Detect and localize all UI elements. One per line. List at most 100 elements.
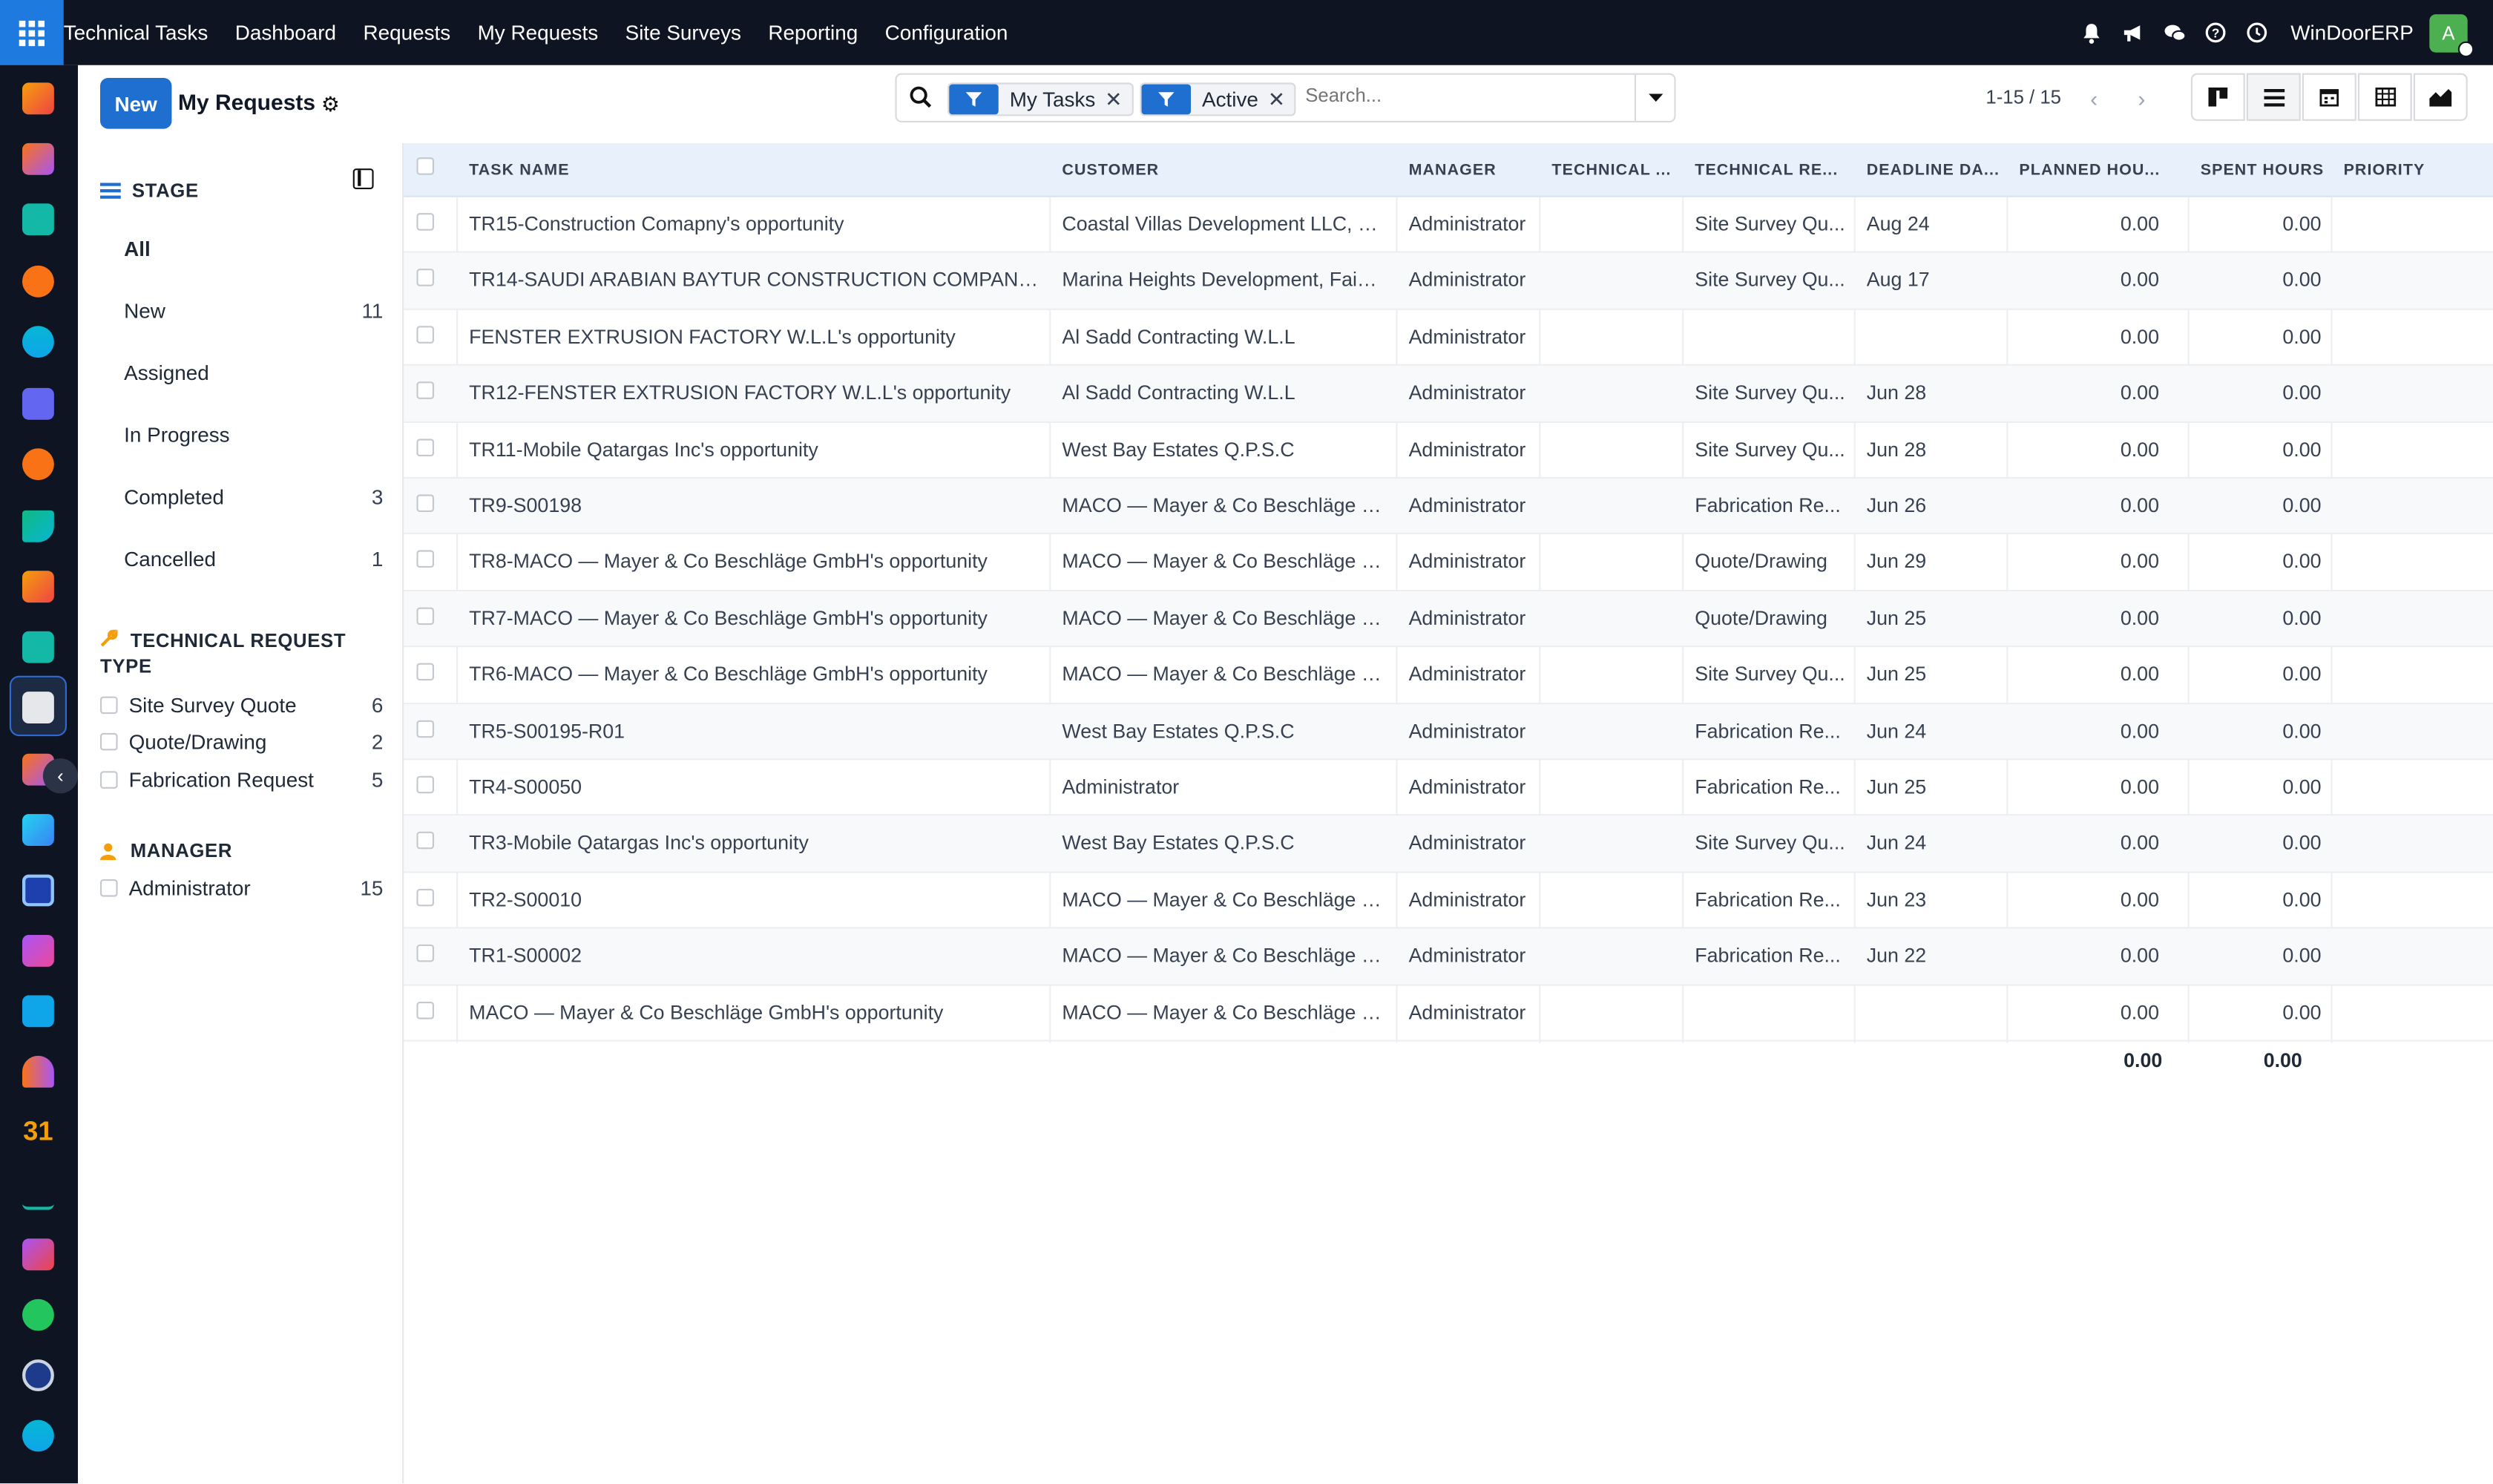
- stage-item-all[interactable]: All: [124, 237, 151, 260]
- dashboards-icon[interactable]: [22, 1238, 54, 1271]
- facet-remove-icon[interactable]: ✕: [1105, 87, 1131, 112]
- row-checkbox[interactable]: [416, 381, 434, 400]
- row-checkbox[interactable]: [416, 775, 434, 794]
- filter-manager-administrator[interactable]: Administrator: [100, 876, 251, 900]
- table-row[interactable]: MACO — Mayer & Co Beschläge GmbH's oppor…: [404, 985, 2493, 1042]
- row-checkbox[interactable]: [416, 945, 434, 962]
- checkbox[interactable]: [100, 696, 118, 715]
- table-row[interactable]: TR6-MACO — Mayer & Co Beschläge GmbH's o…: [404, 648, 2493, 704]
- timer-icon[interactable]: [22, 1359, 54, 1391]
- checkbox[interactable]: [100, 879, 118, 897]
- mail-icon[interactable]: [22, 387, 54, 420]
- header-planned-hours[interactable]: PLANNED HOU...: [2019, 162, 2160, 180]
- user-avatar[interactable]: A: [2429, 13, 2474, 57]
- pager-next-icon[interactable]: ›: [2119, 76, 2164, 119]
- header-deadline[interactable]: DEADLINE DA...: [1867, 162, 2000, 180]
- row-checkbox[interactable]: [416, 888, 434, 906]
- pager-previous-icon[interactable]: ‹: [2072, 76, 2116, 119]
- header-technical[interactable]: TECHNICAL ...: [1551, 162, 1675, 180]
- row-checkbox[interactable]: [416, 551, 434, 568]
- row-checkbox[interactable]: [416, 494, 434, 512]
- calendar-view-icon[interactable]: [2302, 73, 2356, 121]
- search-icon[interactable]: [910, 86, 932, 116]
- panel-collapse-icon[interactable]: [352, 168, 374, 189]
- rail-collapse-chevron-icon[interactable]: ‹: [42, 758, 78, 794]
- header-technical-request-type[interactable]: TECHNICAL RE...: [1695, 162, 1838, 180]
- table-row[interactable]: TR7-MACO — Mayer & Co Beschläge GmbH's o…: [404, 591, 2493, 648]
- website-icon[interactable]: [22, 326, 54, 358]
- filter-quote-drawing[interactable]: Quote/Drawing: [100, 730, 266, 754]
- row-checkbox[interactable]: [416, 325, 434, 344]
- table-row[interactable]: TR9-S00198 MACO — Mayer & Co Beschläge G.…: [404, 479, 2493, 535]
- app-brand[interactable]: Technical Tasks: [64, 0, 222, 65]
- table-row[interactable]: TR4-S00050 Administrator Administrator Fabr…: [404, 760, 2493, 817]
- menu-my-requests[interactable]: My Requests: [464, 0, 611, 65]
- whatsapp-icon[interactable]: [22, 1298, 54, 1331]
- apps-menu-button[interactable]: [0, 0, 64, 65]
- invoicing-icon[interactable]: [22, 995, 54, 1028]
- pager-value[interactable]: 1-15 / 15: [1985, 86, 2061, 108]
- megaphone-icon[interactable]: [2112, 0, 2154, 65]
- search-options-toggle[interactable]: [1634, 74, 1675, 121]
- header-priority[interactable]: PRIORITY: [2344, 162, 2425, 180]
- facet-remove-icon[interactable]: ✕: [1268, 87, 1295, 112]
- menu-reporting[interactable]: Reporting: [755, 0, 871, 65]
- table-row[interactable]: TR15-Construction Comapny's opportunity C…: [404, 197, 2493, 254]
- purchase-icon[interactable]: [22, 935, 54, 967]
- planning-icon[interactable]: [22, 510, 54, 542]
- reports-icon[interactable]: [22, 571, 54, 603]
- bell-icon[interactable]: [2072, 0, 2113, 65]
- table-row[interactable]: TR3-Mobile Qatargas Inc's opportunity Wes…: [404, 816, 2493, 873]
- select-all-checkbox[interactable]: [416, 157, 434, 175]
- chat-icon[interactable]: [2154, 0, 2195, 65]
- table-row[interactable]: TR5-S00195-R01 West Bay Estates Q.P.S.C Ad…: [404, 703, 2493, 761]
- pivot-view-icon[interactable]: [2357, 73, 2412, 121]
- row-checkbox[interactable]: [416, 663, 434, 681]
- table-row[interactable]: TR14-SAUDI ARABIAN BAYTUR CONSTRUCTION C…: [404, 253, 2493, 310]
- checkbox[interactable]: [100, 771, 118, 789]
- table-row[interactable]: TR2-S00010 MACO — Mayer & Co Beschläge G.…: [404, 873, 2493, 929]
- approvals-icon[interactable]: [22, 814, 54, 846]
- search-input[interactable]: [1305, 84, 1623, 107]
- search-bar[interactable]: My Tasks ✕ Active ✕: [895, 73, 1676, 122]
- stage-item-new[interactable]: New: [124, 299, 165, 323]
- menu-requests[interactable]: Requests: [349, 0, 464, 65]
- filter-fabrication-request[interactable]: Fabrication Request: [100, 768, 314, 792]
- calendar-icon[interactable]: 31: [22, 1116, 54, 1148]
- row-checkbox[interactable]: [416, 719, 434, 738]
- menu-dashboard[interactable]: Dashboard: [222, 0, 350, 65]
- website-icon[interactable]: [22, 1419, 54, 1452]
- stage-item-cancelled[interactable]: Cancelled: [124, 547, 216, 571]
- header-manager[interactable]: MANAGER: [1409, 162, 1497, 180]
- discuss-icon[interactable]: [22, 265, 54, 298]
- menu-configuration[interactable]: Configuration: [871, 0, 1021, 65]
- clock-icon[interactable]: [2236, 0, 2278, 65]
- kanban-view-icon[interactable]: [2190, 73, 2245, 121]
- row-checkbox[interactable]: [416, 607, 434, 625]
- table-row[interactable]: TR8-MACO — Mayer & Co Beschläge GmbH's o…: [404, 535, 2493, 591]
- filter-site-survey-quote[interactable]: Site Survey Quote: [100, 693, 297, 717]
- stage-item-completed[interactable]: Completed: [124, 485, 224, 509]
- company-switcher[interactable]: WinDoorERP: [2290, 21, 2414, 45]
- helpdesk-icon[interactable]: [22, 874, 54, 907]
- header-customer[interactable]: CUSTOMER: [1062, 162, 1159, 180]
- technical-tasks-icon[interactable]: [22, 692, 54, 723]
- row-checkbox[interactable]: [416, 213, 434, 231]
- gear-icon[interactable]: ⚙: [321, 92, 340, 117]
- list-view-icon[interactable]: [2246, 73, 2301, 121]
- employees-icon[interactable]: [22, 631, 54, 663]
- help-icon[interactable]: ?: [2195, 0, 2237, 65]
- row-checkbox[interactable]: [416, 1001, 434, 1019]
- new-button[interactable]: New: [100, 78, 172, 129]
- contacts-icon[interactable]: [22, 203, 54, 236]
- crm-icon[interactable]: [22, 142, 54, 175]
- stage-item-assigned[interactable]: Assigned: [124, 361, 209, 384]
- row-checkbox[interactable]: [416, 438, 434, 456]
- stage-item-in-progress[interactable]: In Progress: [124, 423, 229, 447]
- header-task-name[interactable]: TASK NAME: [469, 162, 569, 180]
- table-row[interactable]: TR11-Mobile Qatargas Inc's opportunity We…: [404, 422, 2493, 479]
- row-checkbox[interactable]: [416, 269, 434, 287]
- checkbox[interactable]: [100, 732, 118, 751]
- table-row[interactable]: FENSTER EXTRUSION FACTORY W.L.L's opport…: [404, 309, 2493, 367]
- livechat-icon[interactable]: [22, 448, 54, 481]
